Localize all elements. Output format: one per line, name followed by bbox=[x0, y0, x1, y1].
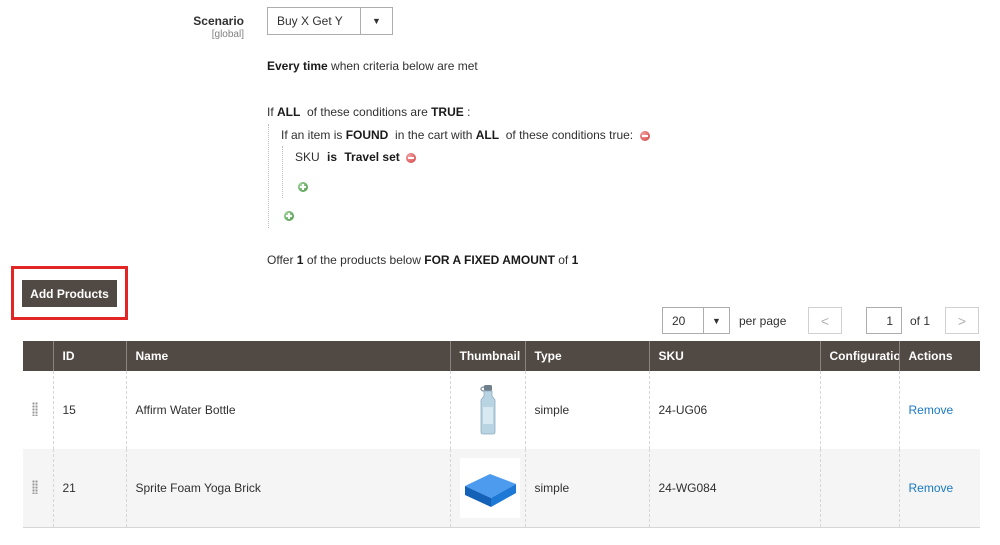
column-header-configuration: Configuration bbox=[819, 341, 899, 371]
offer-middle: of the products below bbox=[303, 253, 425, 267]
conditions-root: If ALL of these conditions are TRUE : bbox=[267, 105, 470, 119]
per-page-label: per page bbox=[739, 314, 787, 328]
per-page-select[interactable]: 20 ▼ bbox=[662, 307, 730, 334]
found-tree-line bbox=[282, 146, 283, 198]
sku-cell: 24-WG084 bbox=[648, 449, 820, 528]
remove-condition-icon[interactable] bbox=[639, 130, 650, 141]
name-cell: Sprite Foam Yoga Brick bbox=[125, 449, 450, 528]
sku-condition: SKU is Travel set bbox=[295, 150, 417, 164]
type-cell: simple bbox=[524, 371, 649, 449]
column-header-actions: Actions bbox=[898, 341, 980, 371]
chevron-down-icon[interactable]: ▼ bbox=[360, 8, 392, 34]
next-page-button[interactable]: > bbox=[945, 307, 979, 334]
found-aggregator[interactable]: ALL bbox=[476, 128, 499, 142]
total-pages-label: of 1 bbox=[910, 314, 931, 328]
drag-handle-icon[interactable] bbox=[32, 479, 38, 494]
rule-apply-text: Every time when criteria below are met bbox=[267, 59, 478, 73]
previous-page-button[interactable]: < bbox=[808, 307, 842, 334]
remove-link[interactable]: Remove bbox=[909, 481, 954, 495]
sku-attribute: SKU bbox=[295, 150, 320, 164]
add-nested-condition-icon[interactable] bbox=[298, 182, 308, 192]
name-cell: Affirm Water Bottle bbox=[125, 371, 450, 449]
thumbnail-cell bbox=[449, 449, 525, 528]
remove-link[interactable]: Remove bbox=[909, 403, 954, 417]
actions-cell: Remove bbox=[898, 371, 980, 449]
rule-apply-rest: when criteria below are met bbox=[327, 59, 478, 73]
scenario-select[interactable]: Buy X Get Y ▼ bbox=[267, 7, 393, 35]
scenario-select-value: Buy X Get Y bbox=[277, 14, 343, 28]
actions-cell: Remove bbox=[898, 449, 980, 528]
scenario-field-label: Scenario [global] bbox=[150, 14, 244, 40]
table-row: 15 Affirm Water Bottle simple 24-UG06 Re… bbox=[23, 371, 980, 449]
column-header-name[interactable]: Name bbox=[125, 341, 450, 371]
thumbnail-cell bbox=[449, 371, 525, 449]
current-page-value: 1 bbox=[886, 313, 893, 328]
scenario-scope: [global] bbox=[211, 29, 244, 40]
configuration-cell bbox=[819, 449, 899, 528]
add-products-button[interactable]: Add Products bbox=[22, 280, 117, 307]
sku-cell: 24-UG06 bbox=[648, 371, 820, 449]
drag-cell[interactable] bbox=[23, 371, 53, 449]
found-value[interactable]: FOUND bbox=[346, 128, 389, 142]
found-suffix: of these conditions true: bbox=[499, 128, 634, 142]
offer-text: Offer 1 of the products below FOR A FIXE… bbox=[267, 253, 578, 267]
conditions-suffix: : bbox=[463, 105, 471, 119]
offer-type[interactable]: FOR A FIXED AMOUNT bbox=[424, 253, 555, 267]
sku-value[interactable]: Travel set bbox=[344, 150, 399, 164]
id-cell: 15 bbox=[52, 371, 126, 449]
yoga-brick-icon bbox=[459, 458, 520, 518]
table-row: 21 Sprite Foam Yoga Brick simple 24-WG08… bbox=[23, 449, 980, 528]
type-cell: simple bbox=[524, 449, 649, 528]
scenario-label: Scenario bbox=[193, 14, 244, 28]
current-page-input[interactable]: 1 bbox=[866, 307, 902, 334]
offer-amount[interactable]: 1 bbox=[572, 253, 579, 267]
per-page-value: 20 bbox=[672, 313, 686, 328]
offer-of: of bbox=[554, 253, 572, 267]
products-grid: ID Name Thumbnail Type SKU Configuration… bbox=[23, 341, 980, 528]
add-condition-icon[interactable] bbox=[284, 211, 294, 221]
drag-handle-icon[interactable] bbox=[32, 401, 38, 416]
conditions-middle: of these conditions are bbox=[300, 105, 432, 119]
column-header-sku[interactable]: SKU bbox=[648, 341, 820, 371]
id-cell: 21 bbox=[52, 449, 126, 528]
remove-sku-condition-icon[interactable] bbox=[406, 152, 417, 163]
column-header-thumbnail: Thumbnail bbox=[449, 341, 525, 371]
chevron-down-icon[interactable]: ▼ bbox=[703, 308, 729, 333]
found-prefix: If an item is bbox=[281, 128, 346, 142]
grid-header-row: ID Name Thumbnail Type SKU Configuration… bbox=[23, 341, 980, 371]
conditions-aggregator[interactable]: ALL bbox=[277, 105, 300, 119]
column-header-id[interactable]: ID bbox=[52, 341, 126, 371]
sku-operator[interactable]: is bbox=[327, 150, 337, 164]
conditions-if-prefix: If bbox=[267, 105, 278, 119]
column-header-type[interactable]: Type bbox=[524, 341, 649, 371]
conditions-value[interactable]: TRUE bbox=[431, 105, 464, 119]
water-bottle-icon bbox=[479, 385, 495, 435]
conditions-tree-line bbox=[268, 124, 269, 228]
found-middle: in the cart with bbox=[388, 128, 476, 142]
rule-apply-frequency[interactable]: Every time bbox=[267, 59, 328, 73]
offer-prefix: Offer bbox=[267, 253, 297, 267]
found-condition: If an item is FOUND in the cart with ALL… bbox=[281, 128, 650, 142]
configuration-cell bbox=[819, 371, 899, 449]
column-header-drag bbox=[23, 341, 53, 371]
drag-cell[interactable] bbox=[23, 449, 53, 528]
